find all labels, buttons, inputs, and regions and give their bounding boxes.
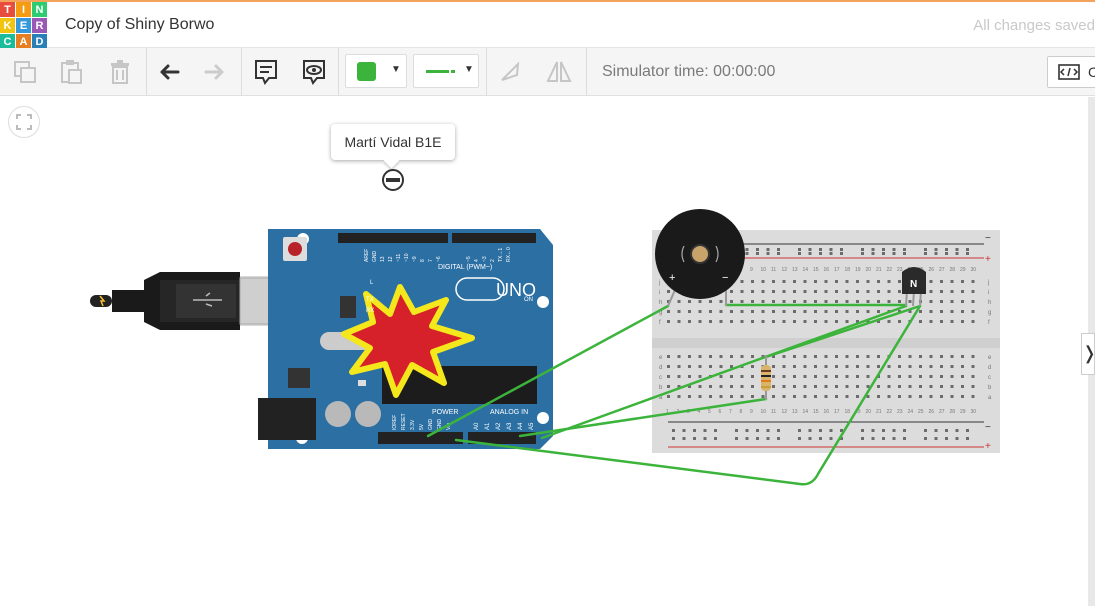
save-status: All changes saved	[973, 17, 1095, 34]
redo-icon[interactable]	[199, 56, 231, 88]
code-button-label: C	[1088, 64, 1095, 80]
rotate-icon[interactable]	[494, 56, 526, 88]
eye-icon[interactable]	[298, 56, 330, 88]
circuit-canvas[interactable]	[0, 97, 1095, 606]
logo-letter: A	[16, 34, 31, 49]
paste-icon[interactable]	[55, 56, 87, 88]
wire-color-swatch	[426, 70, 449, 73]
flip-icon[interactable]	[543, 56, 575, 88]
trash-icon[interactable]	[104, 56, 136, 88]
logo-letter: E	[16, 18, 31, 33]
fill-color-dropdown[interactable]: ▼	[345, 54, 407, 88]
toolbar: ▼ ▼	[0, 48, 1095, 96]
logo-letter: T	[0, 2, 15, 17]
note-text: Martí Vidal B1E	[344, 134, 442, 150]
code-button[interactable]: C	[1047, 56, 1095, 88]
wire-color-dropdown[interactable]: ▼	[413, 54, 479, 88]
logo-letter: D	[32, 34, 47, 49]
panel-toggle-button[interactable]: ❭	[1081, 333, 1095, 375]
fit-view-icon	[16, 114, 32, 130]
design-title[interactable]: Copy of Shiny Borwo	[65, 16, 214, 34]
logo-letter: K	[0, 18, 15, 33]
notes-icon[interactable]	[250, 56, 282, 88]
simulator-time: Simulator time: 00:00:00	[602, 63, 776, 80]
chevron-down-icon: ▼	[391, 64, 401, 75]
logo-letter: N	[32, 2, 47, 17]
fit-view-button[interactable]	[8, 106, 40, 138]
logo-letter: C	[0, 34, 15, 49]
tinkercad-logo[interactable]: TIN KER CAD	[0, 2, 47, 49]
undo-icon[interactable]	[153, 56, 185, 88]
note-bubble[interactable]: Martí Vidal B1E	[331, 124, 455, 160]
logo-letter: R	[32, 18, 47, 33]
logo-letter: I	[16, 2, 31, 17]
code-icon	[1058, 64, 1080, 80]
top-bar: TIN KER CAD Copy of Shiny Borwo All change…	[0, 0, 1095, 49]
copy-icon[interactable]	[9, 56, 41, 88]
fill-color-swatch	[357, 62, 376, 81]
chevron-down-icon: ▼	[464, 64, 474, 75]
